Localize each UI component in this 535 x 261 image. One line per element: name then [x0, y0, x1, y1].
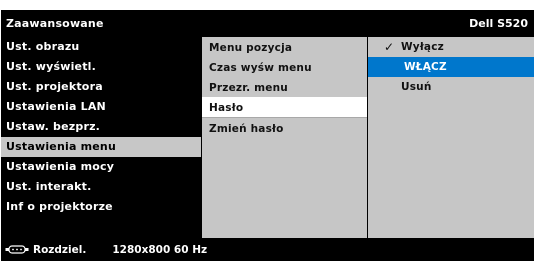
submenu-item-password[interactable]: Hasło	[202, 97, 367, 117]
option-on[interactable]: WŁĄCZ	[368, 57, 534, 77]
main-menu: Ust. obrazu Ust. wyświetl. Ust. projekto…	[1, 37, 201, 238]
osd-header: Zaawansowane Dell S520	[1, 10, 534, 37]
main-menu-item-wireless-settings[interactable]: Ustaw. bezprz.	[1, 117, 201, 137]
projector-model: Dell S520	[469, 17, 528, 30]
menu-title: Zaawansowane	[6, 17, 104, 30]
check-icon: ✓	[384, 40, 395, 54]
submenu-item-menu-timeout[interactable]: Czas wyśw menu	[202, 57, 367, 77]
submenu-item-menu-position[interactable]: Menu pozycja	[202, 37, 367, 57]
submenu-item-change-password[interactable]: Zmień hasło	[202, 117, 367, 138]
option-label: Wyłącz	[401, 41, 444, 53]
status-bar: Rozdziel. 1280x800 60 Hz	[1, 238, 534, 261]
main-menu-item-lan-settings[interactable]: Ustawienia LAN	[1, 97, 201, 117]
main-menu-item-power-settings[interactable]: Ustawienia mocy	[1, 157, 201, 177]
options-list: ✓ Wyłącz WŁĄCZ Usuń	[368, 37, 534, 238]
display-connector-icon	[5, 245, 29, 254]
osd-menu: Zaawansowane Dell S520 Ust. obrazu Ust. …	[1, 10, 534, 261]
option-label: Usuń	[401, 81, 432, 93]
main-menu-item-interactive-settings[interactable]: Ust. interakt.	[1, 177, 201, 197]
main-menu-item-menu-settings[interactable]: Ustawienia menu	[1, 137, 201, 157]
option-delete[interactable]: Usuń	[368, 77, 534, 97]
option-off[interactable]: ✓ Wyłącz	[368, 37, 534, 57]
main-menu-item-image-settings[interactable]: Ust. obrazu	[1, 37, 201, 57]
resolution-label: Rozdziel.	[33, 243, 87, 256]
main-menu-item-projector-info[interactable]: Inf o projektorze	[1, 197, 201, 217]
main-menu-item-display-settings[interactable]: Ust. wyświetl.	[1, 57, 201, 77]
submenu-item-menu-transparency[interactable]: Przezr. menu	[202, 77, 367, 97]
main-menu-item-projector-settings[interactable]: Ust. projektora	[1, 77, 201, 97]
resolution-value: 1280x800 60 Hz	[112, 243, 208, 256]
option-label: WŁĄCZ	[404, 61, 447, 73]
submenu: Menu pozycja Czas wyśw menu Przezr. menu…	[202, 37, 367, 238]
